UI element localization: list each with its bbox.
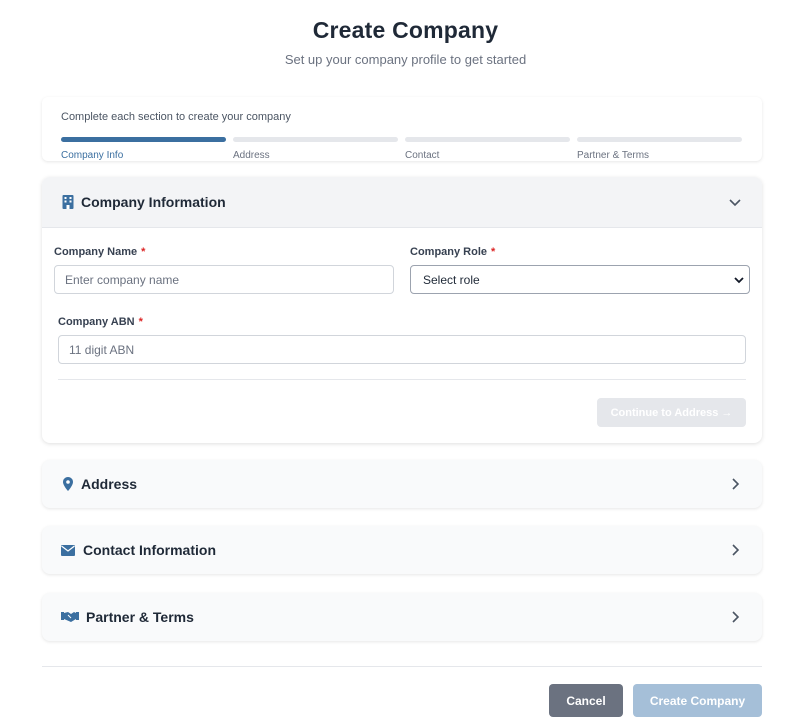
page-title: Create Company [312,17,499,43]
chevron-down-icon [734,277,744,284]
create-company-button[interactable]: Create Company [633,684,762,717]
step-company-info: Company Info [61,137,226,161]
progress-caption: Complete each section to create your com… [61,111,291,123]
section-partner-terms[interactable]: Partner & Terms [42,593,762,641]
building-icon [61,195,75,209]
cancel-button[interactable]: Cancel [549,684,623,717]
section-title: Company Information [81,194,226,210]
chevron-right-icon [732,611,740,623]
continue-to-address-button[interactable]: Continue to Address → [597,398,746,427]
map-pin-icon [61,477,75,491]
step-label: Partner & Terms [577,150,650,161]
footer-divider [42,666,762,667]
company-role-select[interactable]: Select role [410,265,750,294]
company-name-input[interactable] [54,265,394,294]
section-address[interactable]: Address [42,460,762,508]
section-header-contact-information[interactable]: Contact Information [42,526,762,574]
page-subtitle: Set up your company profile to get start… [284,52,527,67]
section-contact-information[interactable]: Contact Information [42,526,762,574]
section-divider [58,379,746,380]
step-label: Company Info [61,150,124,161]
company-role-selected: Select role [423,272,480,287]
company-role-label: Company Role * [410,246,496,258]
step-contact: Contact [405,137,570,161]
envelope-icon [61,543,75,557]
section-header-company-information[interactable]: Company Information [42,177,762,228]
chevron-down-icon [729,199,741,207]
step-partner-terms: Partner & Terms [577,137,742,161]
chevron-right-icon [732,544,740,556]
step-bar [577,137,742,142]
company-abn-input[interactable] [58,335,746,364]
step-label: Address [233,150,270,161]
step-label: Contact [405,150,440,161]
section-header-partner-terms[interactable]: Partner & Terms [42,593,762,641]
progress-card: Complete each section to create your com… [42,97,762,161]
chevron-right-icon [732,478,740,490]
section-header-address[interactable]: Address [42,460,762,508]
section-company-information: Company Information Company Name* Compan… [42,177,762,443]
step-bar [61,137,226,142]
step-bar [405,137,570,142]
handshake-icon [61,610,79,624]
section-title: Contact Information [83,542,216,558]
company-name-label: Company Name * [54,246,146,258]
section-title: Partner & Terms [86,609,194,625]
company-abn-label: Company ABN * [58,316,143,328]
step-address: Address [233,137,398,161]
section-title: Address [81,476,138,492]
step-bar [233,137,398,142]
